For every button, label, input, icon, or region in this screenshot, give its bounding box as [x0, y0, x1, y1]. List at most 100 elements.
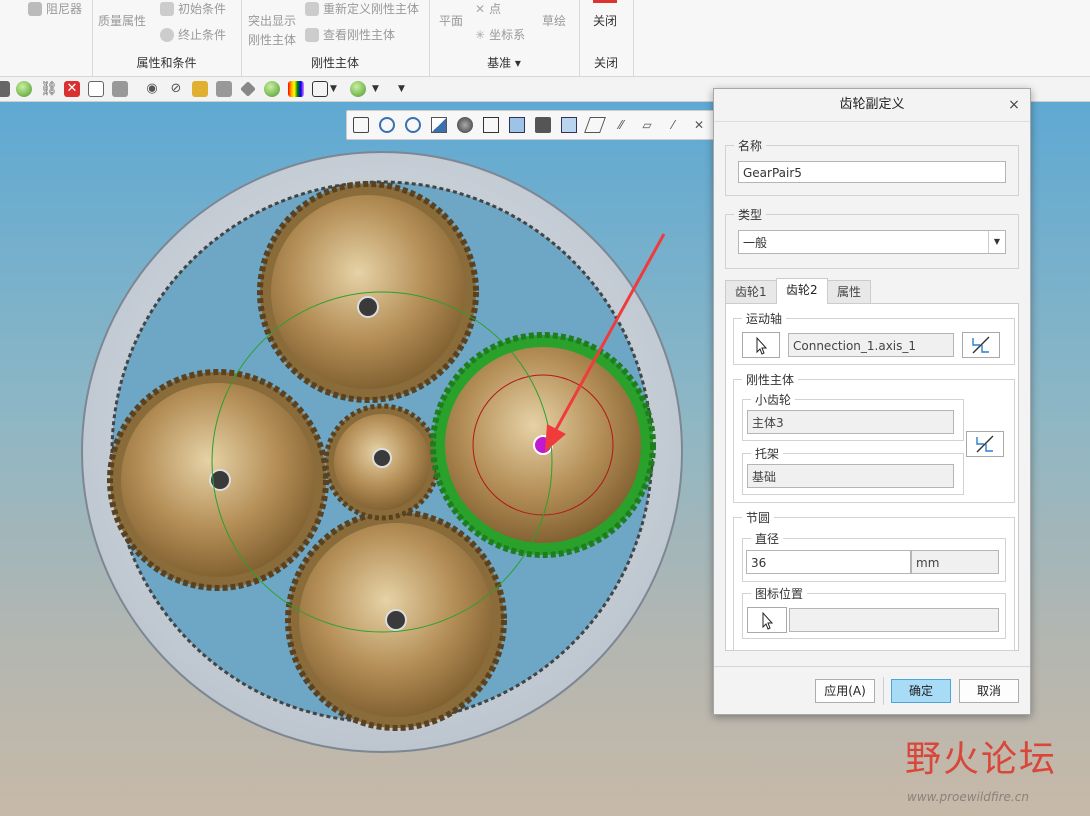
coordinate-system-button[interactable]: ✳ 坐标系 — [475, 26, 525, 43]
document-icon[interactable] — [88, 81, 104, 97]
view-rigid-body-button[interactable]: 查看刚性主体 — [305, 26, 395, 43]
initial-conditions-button[interactable]: 初始条件 — [160, 0, 226, 17]
delete-icon[interactable]: ✕ — [64, 81, 80, 97]
apply-button[interactable]: 应用(A) — [815, 679, 875, 703]
close-button[interactable]: 关闭 — [593, 12, 617, 29]
tool-icon[interactable] — [112, 81, 128, 97]
tab-gear2[interactable]: 齿轮2 — [776, 278, 828, 304]
chevron-down-icon[interactable]: ▼ — [372, 81, 388, 97]
hide-icon[interactable]: ⊘ — [168, 81, 184, 97]
name-legend: 名称 — [738, 139, 763, 153]
selected-gear-right — [430, 332, 656, 558]
gear-top — [257, 181, 479, 403]
saved-views-icon[interactable] — [509, 117, 525, 133]
sketch-button[interactable]: 草绘 — [542, 12, 566, 29]
cube-icon[interactable] — [312, 81, 328, 97]
partial-icon[interactable] — [0, 81, 10, 97]
watermark-text: 野火论坛 — [905, 739, 1058, 780]
damper-icon — [28, 1, 42, 16]
color-spectrum-icon[interactable] — [288, 81, 304, 97]
carrier-legend: 托架 — [755, 447, 780, 461]
analysis-icon[interactable] — [192, 81, 208, 97]
rigid-body-legend: 刚性主体 — [746, 373, 795, 387]
group-label-properties: 属性和条件 — [136, 56, 197, 70]
ribbon-group-rigid-body: 突出显示 刚性主体 重新定义刚性主体 查看刚性主体 刚性主体 — [241, 0, 430, 76]
ok-button[interactable]: 确定 — [891, 679, 951, 703]
icon-position-field[interactable] — [789, 608, 999, 632]
eye-icon[interactable]: ◉ — [144, 81, 160, 97]
button-separator — [883, 677, 884, 705]
dialog-title: 齿轮副定义 — [714, 89, 1030, 122]
group-label-close: 关闭 — [593, 56, 618, 70]
swap-icon — [976, 435, 994, 453]
close-icon — [593, 0, 617, 3]
csys-icon: ✳ — [475, 27, 486, 42]
ribbon-group-datum: 平面 ✕ 点 ✳ 坐标系 草绘 基准 ▾ — [429, 0, 580, 76]
chevron-down-icon[interactable]: ▼ — [330, 81, 346, 97]
name-input[interactable]: GearPair5 — [738, 161, 1006, 183]
pointer-icon — [762, 611, 774, 630]
zoom-in-icon[interactable] — [379, 117, 395, 133]
redefine-rigid-body-button[interactable]: 重新定义刚性主体 — [305, 0, 419, 17]
green-sphere-icon-2[interactable] — [264, 81, 280, 97]
point-icon: ✕ — [475, 1, 486, 16]
diameter-input[interactable]: 36 — [746, 550, 911, 574]
ribbon-group-close: 关闭 关闭 — [579, 0, 634, 76]
view-toolbar: ⁄⁄ ▱ ⁄ ✕ — [346, 110, 716, 140]
plane-button[interactable]: 平面 — [439, 12, 463, 29]
swap-bodies-button[interactable] — [966, 431, 1004, 457]
group-label-datum[interactable]: 基准 ▾ — [429, 54, 579, 71]
pinion-field[interactable]: 主体3 — [747, 410, 954, 434]
flip-direction-icon — [972, 336, 990, 354]
flip-axis-button[interactable] — [962, 332, 1000, 358]
cube-icon[interactable] — [483, 117, 499, 133]
select-icon-position-button[interactable] — [747, 607, 787, 633]
shading-icon[interactable] — [457, 117, 473, 133]
highlight-rigid-body-button[interactable]: 突出显示 刚性主体 — [248, 12, 296, 48]
motion-axis-field[interactable]: Connection_1.axis_1 — [788, 333, 954, 357]
csys-display-icon[interactable]: ⁄ — [665, 117, 681, 133]
ruler-icon[interactable] — [240, 81, 256, 97]
datum-plane-icon[interactable] — [584, 117, 606, 133]
forum-watermark: 野火论坛 www.proewildfire.cn — [905, 730, 1085, 810]
ribbon-group-partial: 阻尼器 — [0, 0, 93, 76]
type-select[interactable]: 一般 ▼ — [738, 230, 1006, 254]
pinion-legend: 小齿轮 — [755, 393, 792, 407]
measure-icon[interactable] — [216, 81, 232, 97]
zoom-out-icon[interactable] — [405, 117, 421, 133]
watermark-url: www.proewildfire.cn — [907, 790, 1029, 804]
chevron-down-icon: ▾ — [514, 56, 521, 70]
camera-icon[interactable] — [535, 117, 551, 133]
pitch-circle-legend: 节圆 — [746, 511, 771, 525]
group-label-rigid-body: 刚性主体 — [310, 56, 359, 70]
link-icon[interactable]: ⛓ — [40, 81, 58, 97]
termination-icon — [160, 27, 174, 42]
footer-divider — [714, 666, 1030, 667]
cancel-button[interactable]: 取消 — [959, 679, 1019, 703]
pointer-icon — [756, 336, 768, 355]
green-sphere-icon[interactable] — [16, 81, 32, 97]
damper-button[interactable]: 阻尼器 — [28, 0, 82, 17]
mass-properties-button[interactable]: 质量属性 — [98, 12, 146, 29]
datum-axis-icon[interactable]: ⁄⁄ — [613, 117, 629, 133]
motion-axis-legend: 运动轴 — [746, 312, 783, 326]
diameter-unit-field[interactable]: mm — [911, 550, 999, 574]
green-sphere-icon-3[interactable] — [350, 81, 366, 97]
annotation-display-icon[interactable]: ✕ — [691, 117, 707, 133]
customize-toolbar-icon[interactable]: ▼ — [398, 81, 414, 97]
redefine-icon — [305, 1, 319, 16]
point-button[interactable]: ✕ 点 — [475, 0, 501, 17]
tab-properties[interactable]: 属性 — [827, 280, 872, 303]
termination-conditions-button[interactable]: 终止条件 — [160, 26, 226, 43]
carrier-field[interactable]: 基础 — [747, 464, 954, 488]
icon-position-legend: 图标位置 — [755, 587, 804, 601]
section-icon[interactable] — [561, 117, 577, 133]
datum-point-icon[interactable]: ▱ — [639, 117, 655, 133]
gear-left — [107, 369, 329, 591]
ribbon: 阻尼器 质量属性 初始条件 终止条件 属性和条件 突出显示 刚性主体 重新定义刚… — [0, 0, 1090, 77]
refit-icon[interactable] — [353, 117, 369, 133]
tab-gear1[interactable]: 齿轮1 — [725, 280, 777, 303]
select-axis-button[interactable] — [742, 332, 780, 358]
close-icon[interactable]: × — [1006, 89, 1022, 121]
repaint-icon[interactable] — [431, 117, 447, 133]
